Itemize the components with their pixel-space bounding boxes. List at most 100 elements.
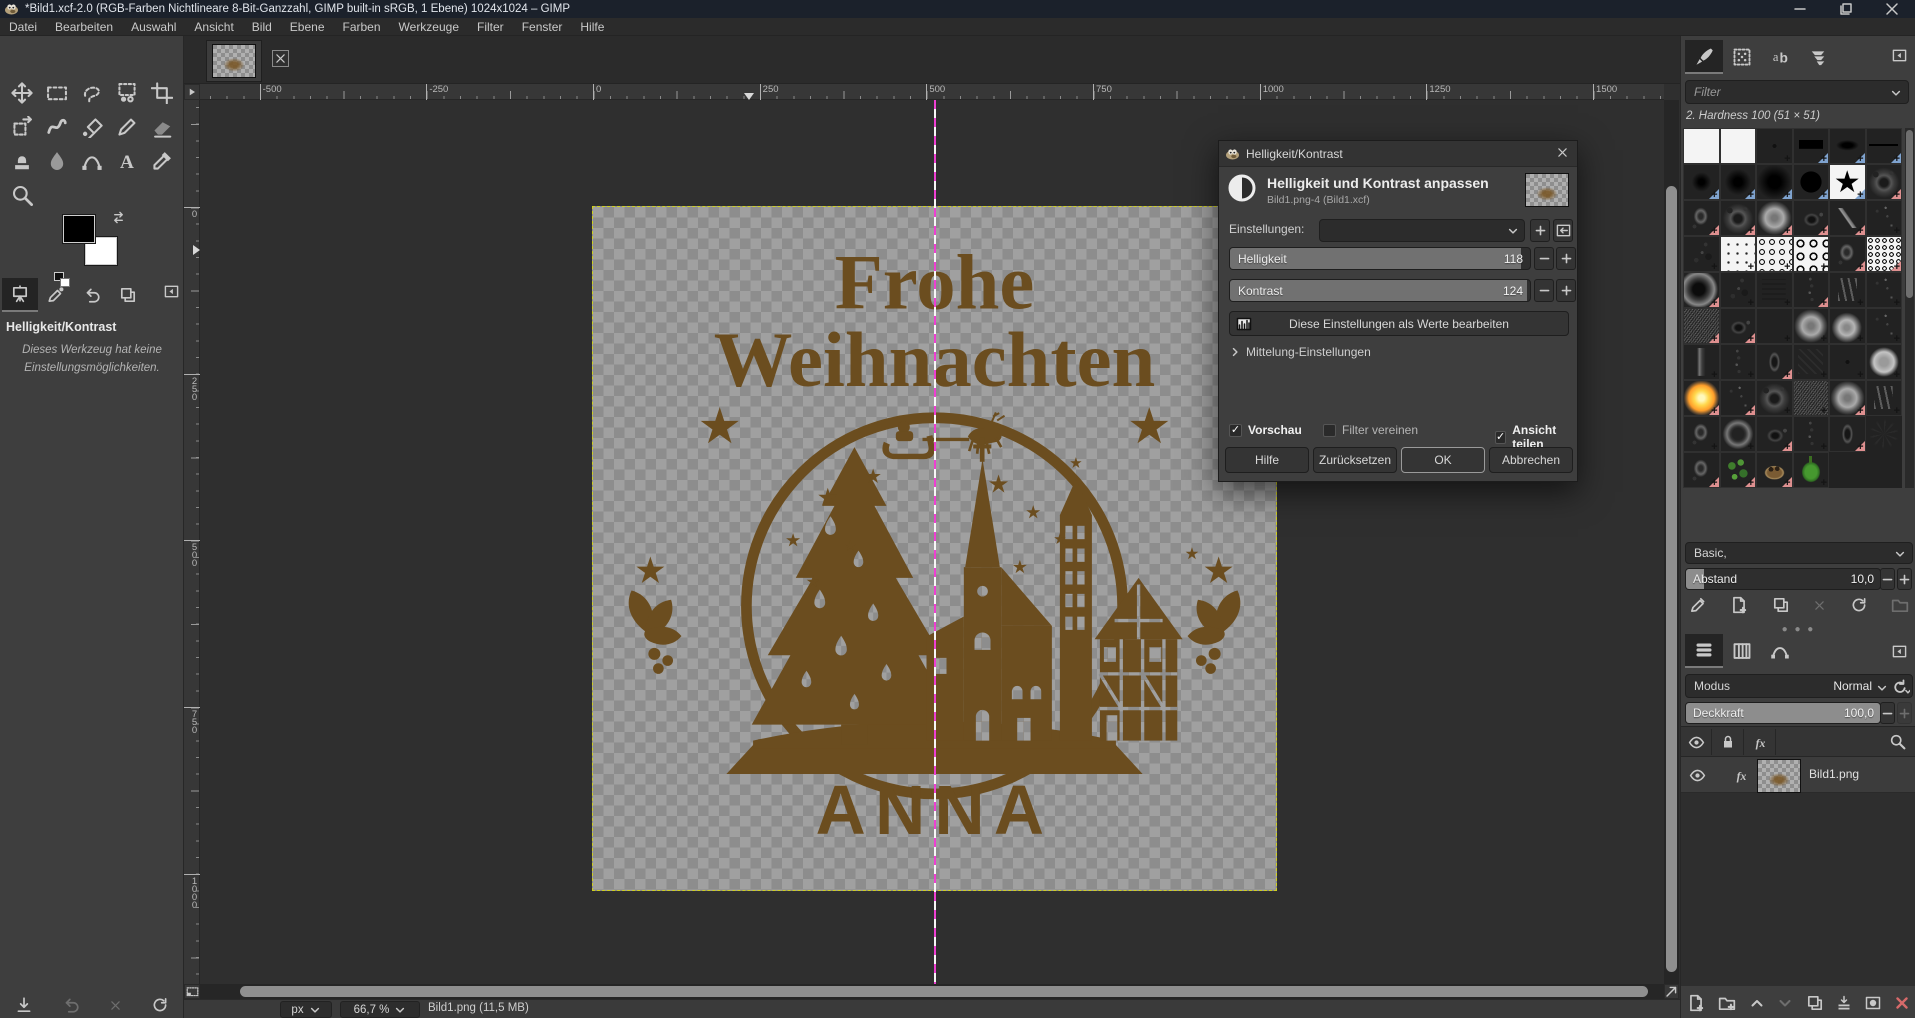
brush-cell-ellipse[interactable]: +: [1829, 128, 1866, 164]
brush-cell-smoke2[interactable]: +: [1829, 308, 1866, 344]
tool-clone[interactable]: [4, 144, 39, 178]
brush-cell-specks[interactable]: +: [1866, 272, 1903, 308]
tab-tool-options[interactable]: [2, 278, 38, 312]
refresh-brushes-icon[interactable]: [1850, 596, 1868, 614]
brush-cell-soft2[interactable]: +: [1720, 164, 1757, 200]
horizontal-ruler[interactable]: -500-2500250500750100012501500: [200, 84, 1664, 100]
brush-cell-shade[interactable]: +: [1683, 272, 1720, 308]
brush-cell-soft1[interactable]: +: [1683, 164, 1720, 200]
vertical-scrollbar-thumb[interactable]: [1666, 186, 1677, 972]
brush-cell-specksv[interactable]: +: [1720, 344, 1757, 380]
kontrast-slider[interactable]: Kontrast 124: [1229, 279, 1531, 302]
new-brush-icon[interactable]: [1730, 596, 1748, 614]
brush-cell-blobv[interactable]: +: [1829, 416, 1866, 452]
brush-filter-input[interactable]: Filter: [1685, 80, 1909, 104]
tool-color-picker[interactable]: [144, 144, 179, 178]
brush-cell-soft3[interactable]: +: [1756, 164, 1793, 200]
tool-eraser[interactable]: [144, 110, 179, 144]
brush-cell-dots[interactable]: +: [1720, 236, 1757, 272]
manage-settings-button[interactable]: [1553, 219, 1573, 242]
vertical-scrollbar[interactable]: [1664, 100, 1679, 984]
menu-datei[interactable]: Datei: [0, 18, 46, 36]
layer-visibility-icon[interactable]: [1689, 767, 1706, 784]
vertical-ruler[interactable]: 02505007501000: [184, 100, 200, 984]
tool-zoom[interactable]: [4, 178, 39, 212]
menu-fenster[interactable]: Fenster: [513, 18, 572, 36]
brush-scrollbar[interactable]: [1905, 128, 1914, 488]
panel-menu-icon[interactable]: [164, 284, 179, 299]
restore-button[interactable]: [1823, 0, 1869, 18]
merge-down-icon[interactable]: [1836, 995, 1852, 1011]
brush-cell-specks[interactable]: +: [1866, 308, 1903, 344]
brush-cell-star[interactable]: ★+: [1829, 164, 1866, 200]
abbrechen-button[interactable]: Abbrechen: [1489, 447, 1573, 473]
fx-header-icon[interactable]: fx: [1745, 729, 1776, 755]
delete-layer-icon[interactable]: [1894, 995, 1910, 1011]
brush-cell-sun[interactable]: +: [1683, 380, 1720, 416]
helligkeit-increase-button[interactable]: [1556, 247, 1576, 270]
open-brush-icon[interactable]: [1891, 596, 1909, 614]
tool-transform[interactable]: [4, 110, 39, 144]
helligkeit-decrease-button[interactable]: [1534, 247, 1554, 270]
unit-combo[interactable]: px: [280, 1001, 332, 1018]
menu-farben[interactable]: Farben: [334, 18, 390, 36]
zoom-combo[interactable]: 66,7 %: [340, 1001, 420, 1018]
brush-scrollbar-thumb[interactable]: [1906, 130, 1913, 298]
tool-fuzzy-select[interactable]: [109, 76, 144, 110]
quick-mask-button[interactable]: [184, 984, 200, 999]
add-setting-button[interactable]: [1530, 219, 1550, 242]
new-group-icon[interactable]: [1718, 994, 1736, 1012]
tab-channels[interactable]: [1723, 634, 1761, 668]
tab-layers[interactable]: [1685, 634, 1723, 668]
brush-cell-smoke[interactable]: +: [1829, 380, 1866, 416]
opacity-decrease-button[interactable]: [1880, 702, 1895, 724]
brush-cell-cellsbig[interactable]: +: [1793, 236, 1830, 272]
brush-cell-dashes[interactable]: +: [1866, 380, 1903, 416]
brush-cell-pixel[interactable]: +: [1829, 344, 1866, 380]
brush-preset-combo[interactable]: Basic,: [1685, 542, 1913, 564]
tool-warp[interactable]: [39, 110, 74, 144]
tab-gradients[interactable]: [1799, 40, 1837, 74]
brush-cell-diag[interactable]: +: [1793, 344, 1830, 380]
brush-cell-bar[interactable]: +: [1793, 128, 1830, 164]
delete-brush-icon[interactable]: [1813, 596, 1826, 614]
brush-cell-blank[interactable]: [1683, 128, 1720, 164]
delete-preset-icon[interactable]: [109, 999, 122, 1012]
brush-cell-blobv[interactable]: +: [1756, 344, 1793, 380]
brush-cell-cells[interactable]: +: [1756, 236, 1793, 272]
restore-preset-icon[interactable]: [62, 996, 80, 1014]
panel-menu-icon[interactable]: [1892, 644, 1907, 659]
tool-bucket-fill[interactable]: [74, 110, 109, 144]
horizontal-scrollbar[interactable]: [200, 984, 1664, 999]
tab-fonts[interactable]: ab: [1761, 40, 1799, 74]
layer-row[interactable]: fx Bild1.png: [1681, 757, 1915, 793]
kontrast-decrease-button[interactable]: [1534, 279, 1554, 302]
blending-options-expander[interactable]: Mittelung-Einstellungen: [1229, 345, 1371, 359]
edit-as-levels-button[interactable]: Diese Einstellungen als Werte bearbeiten: [1229, 311, 1569, 336]
brush-cell-ring[interactable]: +: [1720, 416, 1757, 452]
brush-cell-splat3[interactable]: +: [1720, 308, 1757, 344]
settings-combo[interactable]: [1319, 219, 1525, 242]
tab-brushes[interactable]: [1685, 40, 1723, 74]
tool-pencil[interactable]: [109, 110, 144, 144]
brush-cell-pixel[interactable]: +: [1756, 128, 1793, 164]
tab-images[interactable]: [110, 278, 146, 312]
layer-mode-combo[interactable]: Modus Normal: [1685, 674, 1913, 698]
horizontal-scrollbar-thumb[interactable]: [240, 986, 1648, 997]
spacing-slider[interactable]: Abstand 10,0: [1685, 568, 1881, 590]
new-layer-icon[interactable]: [1687, 994, 1705, 1012]
brush-cell-softblob[interactable]: +: [1866, 344, 1903, 380]
swap-colors-icon[interactable]: [111, 210, 126, 225]
brush-cell-streak[interactable]: +: [1683, 344, 1720, 380]
brush-cell-splat2[interactable]: +: [1683, 200, 1720, 236]
menu-filter[interactable]: Filter: [468, 18, 513, 36]
duplicate-layer-icon[interactable]: [1806, 994, 1824, 1012]
reset-tool-icon[interactable]: [151, 996, 169, 1014]
checkbox-vorschau[interactable]: ✓Vorschau: [1229, 423, 1302, 437]
spacing-increase-button[interactable]: [1897, 568, 1912, 590]
brush-cell-splat1[interactable]: +: [1720, 200, 1757, 236]
panel-menu-icon[interactable]: [1892, 48, 1907, 63]
layer-fx-icon[interactable]: fx: [1733, 767, 1750, 784]
brush-cell-specksv[interactable]: +: [1793, 416, 1830, 452]
brush-cell-pepper[interactable]: +: [1793, 452, 1830, 488]
